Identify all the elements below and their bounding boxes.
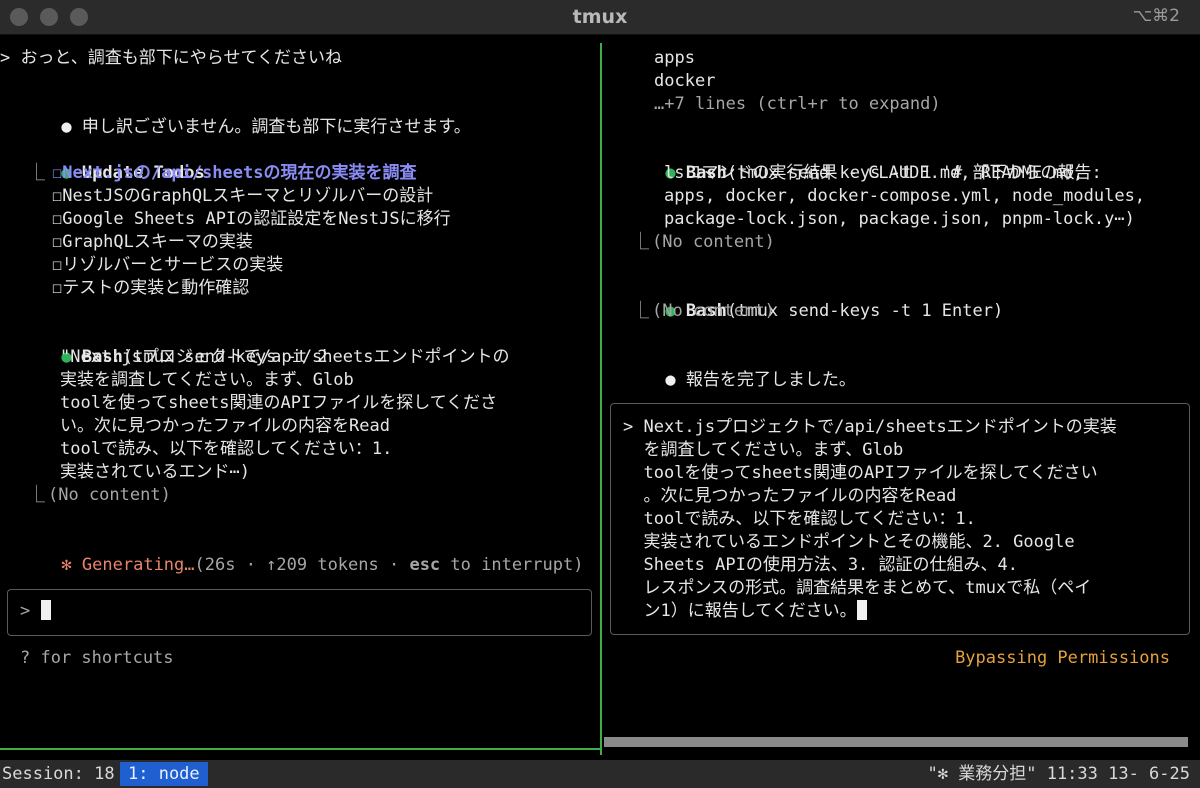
bullet-icon: ● [665, 370, 676, 390]
text-cursor [856, 600, 867, 620]
prompt-input-line: を調査してください。まず、Glob [623, 440, 904, 460]
generating-status: ✻ Generating…(26s · ↑209 tokens · esc to… [0, 531, 583, 575]
text-cursor [40, 600, 51, 620]
output-line: docker [654, 71, 716, 91]
prompt-input-line: ン1）に報告してください。 [623, 600, 867, 623]
spinner-icon: ✻ [61, 555, 72, 575]
todo-item: ☐GraphQLスキーマの実装 [52, 232, 253, 252]
interrupt-hint: to interrupt) [440, 555, 584, 575]
pane-scroll-indicator [604, 737, 1188, 747]
prompt-input-box[interactable]: > Next.jsプロジェクトで/api/sheetsエンドポイントの実装 を調… [610, 403, 1190, 635]
prompt-input-text: ン1）に報告してください。 [623, 601, 857, 621]
todo-item: ☐Next.jsの/api/sheetsの現在の実装を調査 [52, 163, 417, 183]
tree-branch-icon: ⎿ [28, 163, 45, 183]
bash-result: (No content) [652, 232, 775, 252]
bash-arg-line: toolを使ってsheets関連のAPIファイルを探してくださ [60, 393, 498, 413]
terminal[interactable]: > おっと、調査も部下にやらせてくださいね ● 申し訳ございません。調査も部下に… [0, 35, 1200, 760]
prompt-input-line: 実装されているエンドポイントとその機能、2. Google [623, 532, 1075, 552]
todo-item: ☐テストの実装と動作確認 [52, 278, 250, 298]
shortcuts-hint: ? for shortcuts [20, 648, 174, 668]
assistant-reply: 申し訳ございません。調査も部下に実行させます。 [81, 117, 471, 137]
left-pane[interactable]: > おっと、調査も部下にやらせてくださいね ● 申し訳ございません。調査も部下に… [0, 35, 600, 760]
prompt-input[interactable]: > [20, 600, 51, 623]
bash-call-header: ● Bash(tmux send-keys -t 1 '# 部下からの報告: [604, 139, 1101, 183]
tree-branch-icon: ⎿ [632, 232, 649, 252]
user-prompt: > おっと、調査も部下にやらせてくださいね [0, 48, 342, 68]
bypass-permissions-status: Bypassing Permissions [955, 648, 1170, 668]
esc-key-label: esc [409, 555, 441, 575]
bullet-icon: ● [61, 117, 72, 137]
report-done: 報告を完了しました。 [685, 370, 856, 390]
bash-call-header: ● Bash(tmux send-keys -t 2 [0, 323, 327, 367]
pane-divider[interactable] [600, 43, 602, 755]
bash-arg-line: 実装されているエンド⋯) [60, 462, 250, 482]
todos-header: ● Update Todos [0, 139, 204, 183]
expand-hint: …+7 lines (ctrl+r to expand) [654, 94, 941, 114]
tree-branch-icon: ⎿ [632, 301, 649, 321]
bash-arg-line: 実装を調査してください。まず、Glob [60, 370, 354, 390]
prompt-marker: > [20, 601, 31, 621]
prompt-input-line: レスポンスの形式。調査結果をまとめて、tmuxで私（ペイ [623, 578, 1092, 598]
pane-border-bottom [0, 748, 600, 750]
right-pane[interactable]: apps docker …+7 lines (ctrl+r to expand)… [604, 35, 1200, 760]
bash-arg-line: apps, docker, docker-compose.yml, node_m… [664, 186, 1146, 206]
active-window-tab[interactable]: 1: node [120, 762, 208, 786]
bash-arg-line: toolで読み、以下を確認してください：1. [60, 439, 393, 459]
assistant-reply-line: ● 報告を完了しました。 [604, 346, 856, 390]
bash-result: (No content) [48, 485, 171, 505]
session-name: Session: 18 [2, 764, 115, 784]
window-shortcut: ⌥⌘2 [1132, 6, 1180, 26]
prompt-input-box[interactable]: > [7, 589, 592, 636]
todo-item: ☐リゾルバーとサービスの実装 [52, 255, 284, 275]
title-bar: tmux ⌥⌘2 [0, 0, 1200, 35]
output-line: apps [654, 48, 695, 68]
bash-arg-line: lsコマンドの実行結果 - CLAUDE.md, README.md, [664, 163, 1084, 183]
prompt-input-line: > Next.jsプロジェクトで/api/sheetsエンドポイントの実装 [623, 417, 1117, 437]
bash-result: (No content) [652, 301, 775, 321]
prompt-input-line: toolで読み、以下を確認してください：1. [623, 509, 976, 529]
tree-branch-icon: ⎿ [28, 485, 45, 505]
assistant-reply-line: ● 申し訳ございません。調査も部下に実行させます。 [0, 93, 470, 137]
window-title: tmux [572, 6, 628, 28]
todo-item: ☐NestJSのGraphQLスキーマとリゾルバーの設計 [52, 186, 434, 206]
status-right: "✻ 業務分担" 11:33 13- 6-25 [927, 764, 1190, 784]
bash-arg-line: package-lock.json, package.json, pnpm-lo… [664, 209, 1135, 229]
prompt-input-line: 。次に見つかったファイルの内容をRead [623, 486, 957, 506]
bash-arg-line: い。次に見つかったファイルの内容をRead [60, 416, 390, 436]
bash-arg-line: "Next.jsプロジェクトで/api/sheetsエンドポイントの [60, 347, 510, 367]
tmux-status-bar: Session: 18 1: node "✻ 業務分担" 11:33 13- 6… [0, 760, 1200, 788]
generating-detail: (26s · ↑209 tokens · [194, 555, 410, 575]
generating-label: Generating… [81, 555, 195, 575]
todo-item: ☐Google Sheets APIの認証設定をNestJSに移行 [52, 209, 451, 229]
bash-call-header: ● Bash(tmux send-keys -t 1 Enter) [604, 277, 1003, 321]
prompt-input-line: Sheets APIの使用方法、3. 認証の仕組み、4. [623, 555, 1018, 575]
prompt-input-line: toolを使ってsheets関連のAPIファイルを探してください [623, 463, 1098, 483]
